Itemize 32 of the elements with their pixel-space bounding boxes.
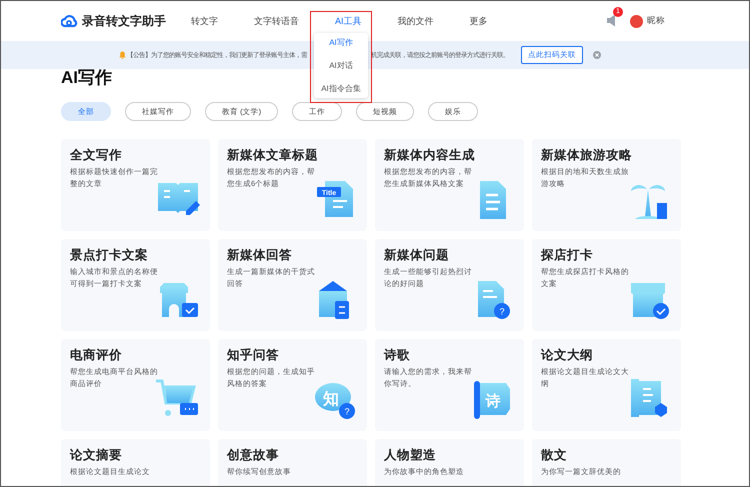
card-title: 论文大纲 [541,347,594,363]
card-title: 散文 [541,447,568,463]
bell-icon [119,51,126,59]
nav-tab[interactable]: 更多 [470,14,488,28]
card-title: 新媒体文章标题 [227,147,319,163]
avatar[interactable] [630,14,643,28]
card-title: 电商评价 [70,347,123,363]
nav-tab[interactable]: 转文字 [191,14,218,28]
speaker-icon[interactable] [606,14,618,27]
card-title: 景点打卡文案 [70,247,149,263]
close-icon[interactable] [593,51,601,59]
menu-item[interactable]: AI写作 [329,36,353,49]
menu-item[interactable]: AI对话 [329,59,353,72]
cloud-icon [61,14,78,28]
card-title: 人物塑造 [384,447,437,463]
nav-tab[interactable]: 文字转语音 [254,14,299,28]
card-title: 新媒体回答 [227,247,293,263]
page-title: AI写作 [61,67,112,89]
card-title: 创意故事 [227,447,280,463]
app-name: 录音转文字助手 [82,12,166,30]
card-title: 诗歌 [384,347,411,363]
username[interactable]: 昵称 [647,15,665,27]
nav-tab[interactable]: 我的文件 [398,14,434,28]
card-title: 论文摘要 [70,447,123,463]
menu-item[interactable]: AI指令合集 [321,82,361,95]
card-title: 新媒体问题 [384,247,450,263]
card-title: 探店打卡 [541,247,594,263]
card-title: 新媒体旅游攻略 [541,147,633,163]
card-title: 新媒体内容生成 [384,147,476,163]
card-title: 知乎问答 [227,347,280,363]
nav-tab[interactable]: AI工具 [335,14,362,28]
card-title: 全文写作 [70,147,123,163]
